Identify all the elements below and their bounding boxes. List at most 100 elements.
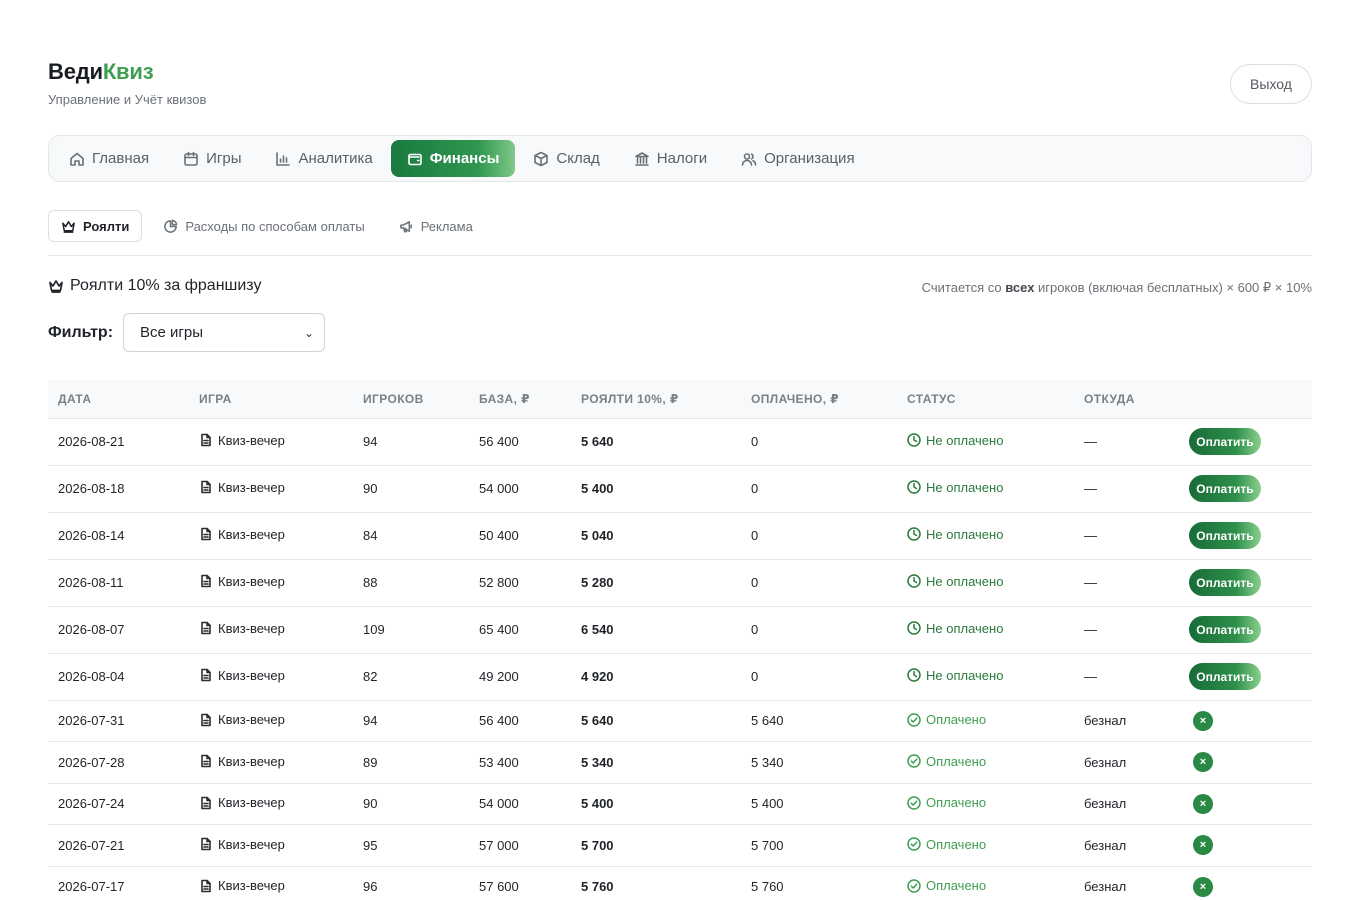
game-link[interactable]: Квиз-вечер [199, 621, 285, 636]
chevron-down-icon: ⌄ [303, 325, 315, 340]
logout-button[interactable]: Выход [1230, 64, 1312, 104]
cell-base: 54 000 [469, 783, 571, 825]
cell-actions: Оплатить [1179, 559, 1312, 607]
game-link[interactable]: Квиз-вечер [199, 878, 285, 893]
nav-item-finance[interactable]: Финансы [390, 140, 516, 177]
nav-item-warehouse[interactable]: Склад [517, 140, 615, 177]
game-link[interactable]: Квиз-вечер [199, 574, 285, 589]
cell-royalty: 5 340 [571, 741, 741, 784]
cell-status: Не оплачено [897, 559, 1074, 607]
subtab-royalty[interactable]: Роялти [48, 210, 143, 242]
nav-item-taxes[interactable]: Налоги [618, 140, 723, 177]
status-text: Оплачено [926, 712, 987, 727]
table-row: 2026-08-04 Квиз-вечер 82 49 200 4 920 0 Не опл… [48, 653, 1312, 701]
crown-icon [62, 220, 75, 233]
nav-item-home[interactable]: Главная [53, 140, 165, 177]
nav-item-analytics[interactable]: Аналитика [259, 140, 388, 177]
cell-royalty: 5 400 [571, 783, 741, 825]
game-link[interactable]: Квиз-вечер [199, 668, 285, 683]
check-circle-icon [907, 754, 921, 768]
pay-button[interactable]: Оплатить [1189, 569, 1261, 596]
cell-base: 49 200 [469, 653, 571, 701]
cell-paid: 0 [741, 418, 897, 466]
status-text: Не оплачено [926, 620, 1004, 636]
royalty-table: ДАТА ИГРА ИГРОКОВ БАЗА, ₽ РОЯЛТИ 10%, ₽ … [48, 380, 1312, 900]
pay-button[interactable]: Оплатить [1189, 475, 1261, 502]
cell-paid: 0 [741, 512, 897, 560]
cell-game: Квиз-вечер [189, 465, 353, 513]
brand-name-accent: Квиз [102, 59, 154, 84]
cell-status: Оплачено [897, 741, 1074, 784]
status-badge: Не оплачено [907, 574, 1003, 589]
crown-icon [49, 280, 63, 293]
status-badge: Не оплачено [907, 527, 1003, 542]
pay-button[interactable]: Оплатить [1189, 616, 1261, 643]
pay-button[interactable]: Оплатить [1189, 663, 1261, 690]
subtab-payment-expenses[interactable]: Расходы по способам оплаты [150, 210, 377, 242]
cell-paid: 5 400 [741, 783, 897, 825]
cancel-payment-button[interactable]: × [1193, 710, 1213, 731]
subtab-advertising[interactable]: Реклама [386, 210, 486, 242]
status-badge: Не оплачено [907, 480, 1003, 495]
game-link[interactable]: Квиз-вечер [199, 754, 285, 769]
status-badge: Оплачено [907, 754, 986, 769]
cell-game: Квиз-вечер [189, 783, 353, 825]
document-icon [201, 480, 211, 494]
cell-date: 2026-08-04 [48, 653, 189, 701]
home-icon [70, 152, 84, 166]
game-link[interactable]: Квиз-вечер [199, 433, 285, 448]
clock-icon [907, 527, 921, 541]
pay-button[interactable]: Оплатить [1189, 522, 1261, 549]
col-date: ДАТА [48, 380, 189, 419]
cancel-payment-button[interactable]: × [1193, 876, 1213, 897]
game-name: Квиз-вечер [218, 526, 285, 542]
cell-base: 56 400 [469, 418, 571, 466]
document-icon [201, 754, 211, 768]
cell-source: безнал [1074, 741, 1179, 784]
cell-players: 109 [353, 606, 469, 654]
cell-players: 96 [353, 866, 469, 900]
cell-date: 2026-07-17 [48, 866, 189, 900]
col-players: ИГРОКОВ [353, 380, 469, 419]
game-link[interactable]: Квиз-вечер [199, 795, 285, 810]
cell-paid: 5 700 [741, 824, 897, 867]
cell-date: 2026-07-31 [48, 700, 189, 742]
cell-paid: 0 [741, 653, 897, 701]
nav-item-games[interactable]: Игры [167, 140, 257, 177]
nav-item-label: Налоги [656, 150, 708, 167]
cell-players: 90 [353, 465, 469, 513]
cell-status: Не оплачено [897, 465, 1074, 513]
clock-icon [907, 621, 921, 635]
filter-selected-value: Все игры [140, 324, 204, 341]
cell-source: — [1074, 418, 1179, 466]
cell-actions: Оплатить [1179, 653, 1312, 701]
col-actions [1179, 380, 1312, 419]
game-link[interactable]: Квиз-вечер [199, 712, 285, 727]
cell-actions: Оплатить [1179, 465, 1312, 513]
cell-source: безнал [1074, 700, 1179, 742]
cancel-payment-button[interactable]: × [1193, 835, 1213, 856]
game-link[interactable]: Квиз-вечер [199, 837, 285, 852]
nav-item-organization[interactable]: Организация [725, 140, 870, 177]
note-suffix: игроков (включая бесплатных) × 600 ₽ × 1… [1038, 280, 1312, 295]
filter-label: Фильтр: [48, 323, 114, 341]
brand-name-main: Веди [48, 59, 103, 84]
game-link[interactable]: Квиз-вечер [199, 527, 285, 542]
game-name: Квиз-вечер [218, 753, 285, 769]
cell-source: безнал [1074, 783, 1179, 825]
game-filter-select[interactable]: Все игры ⌄ [123, 313, 326, 352]
nav-item-label: Игры [206, 150, 242, 167]
pay-button[interactable]: Оплатить [1189, 428, 1261, 455]
document-icon [201, 433, 211, 447]
cell-game: Квиз-вечер [189, 606, 353, 654]
cell-royalty: 5 640 [571, 700, 741, 742]
game-link[interactable]: Квиз-вечер [199, 480, 285, 495]
filter: Фильтр: Все игры ⌄ [48, 313, 326, 352]
cancel-payment-button[interactable]: × [1193, 793, 1213, 814]
cell-royalty: 6 540 [571, 606, 741, 654]
table-row: 2026-08-07 Квиз-вечер 109 65 400 6 540 0 Не оп… [48, 606, 1312, 654]
table-row: 2026-07-21 Квиз-вечер 95 57 000 5 700 5 700 Оп… [48, 824, 1312, 867]
cancel-payment-button[interactable]: × [1193, 752, 1213, 773]
cell-players: 95 [353, 824, 469, 867]
cell-royalty: 5 700 [571, 824, 741, 867]
